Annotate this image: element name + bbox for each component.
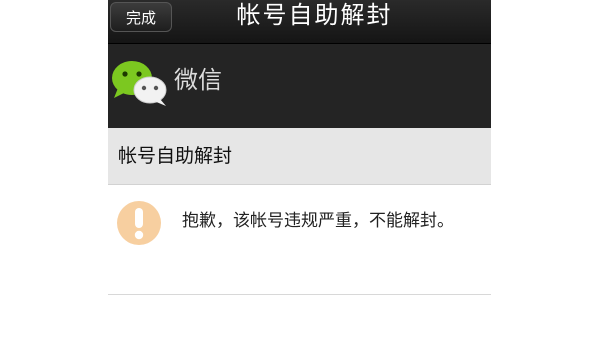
section-title: 帐号自助解封	[118, 145, 233, 167]
message-text: 抱歉，该帐号违规严重，不能解封。	[182, 211, 454, 231]
brand-bar: 微信	[108, 44, 491, 128]
divider	[108, 294, 491, 295]
brand-name: 微信	[174, 66, 222, 94]
warning-icon	[117, 201, 161, 245]
section-header: 帐号自助解封	[108, 128, 491, 185]
done-button[interactable]: 完成	[110, 2, 172, 32]
phone-screen: 完成 帐号自助解封 微信 帐号自助解封 抱歉，该帐号违规严重，不能解封。	[108, 0, 491, 340]
message-row: 抱歉，该帐号违规严重，不能解封。	[108, 185, 491, 295]
page-title: 帐号自助解封	[236, 1, 393, 29]
navigation-bar: 完成 帐号自助解封	[108, 0, 491, 44]
wechat-logo-icon	[112, 61, 167, 106]
